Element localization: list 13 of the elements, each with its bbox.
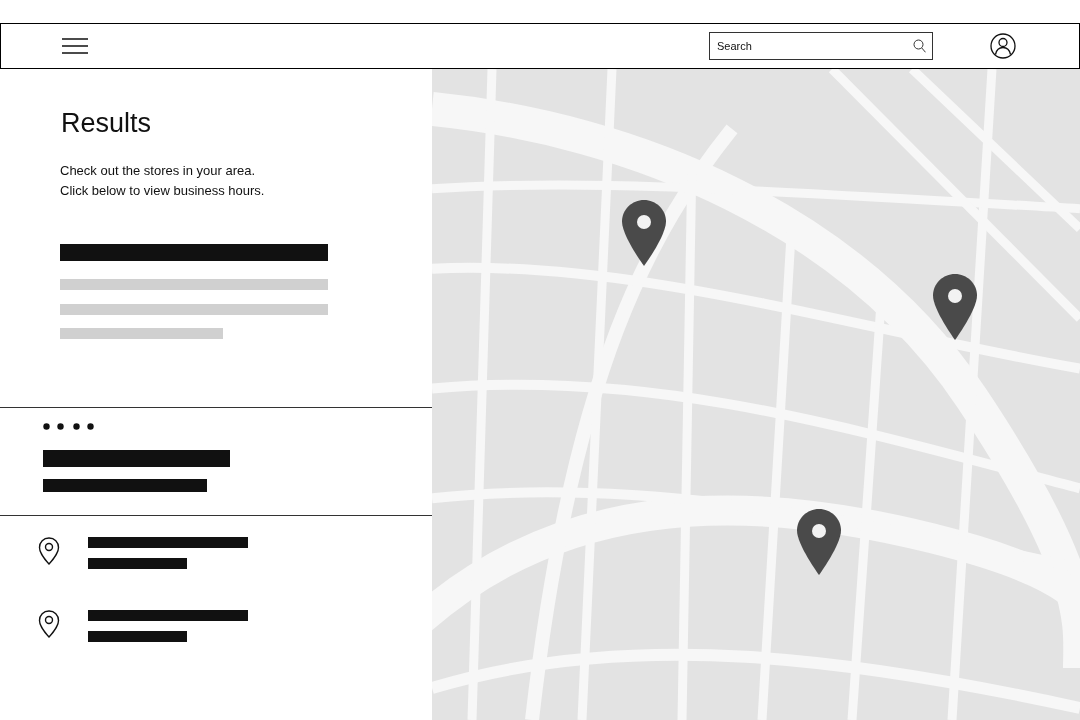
menu-icon[interactable] (62, 38, 88, 54)
map-pin-icon[interactable] (933, 274, 977, 340)
dots-icon (43, 423, 95, 430)
results-title: Results (61, 107, 153, 139)
map-pin-icon[interactable] (622, 200, 666, 266)
location-pin-icon (38, 610, 60, 638)
search-icon[interactable] (913, 39, 926, 53)
location-pin-icon (38, 537, 60, 565)
map-pin-icon[interactable] (797, 509, 841, 575)
description-text: Click below to view business hours. (60, 182, 266, 200)
search-field[interactable]: Search (709, 32, 933, 60)
description-text: Check out the stores in your area. (60, 162, 257, 180)
user-icon[interactable] (990, 33, 1016, 59)
